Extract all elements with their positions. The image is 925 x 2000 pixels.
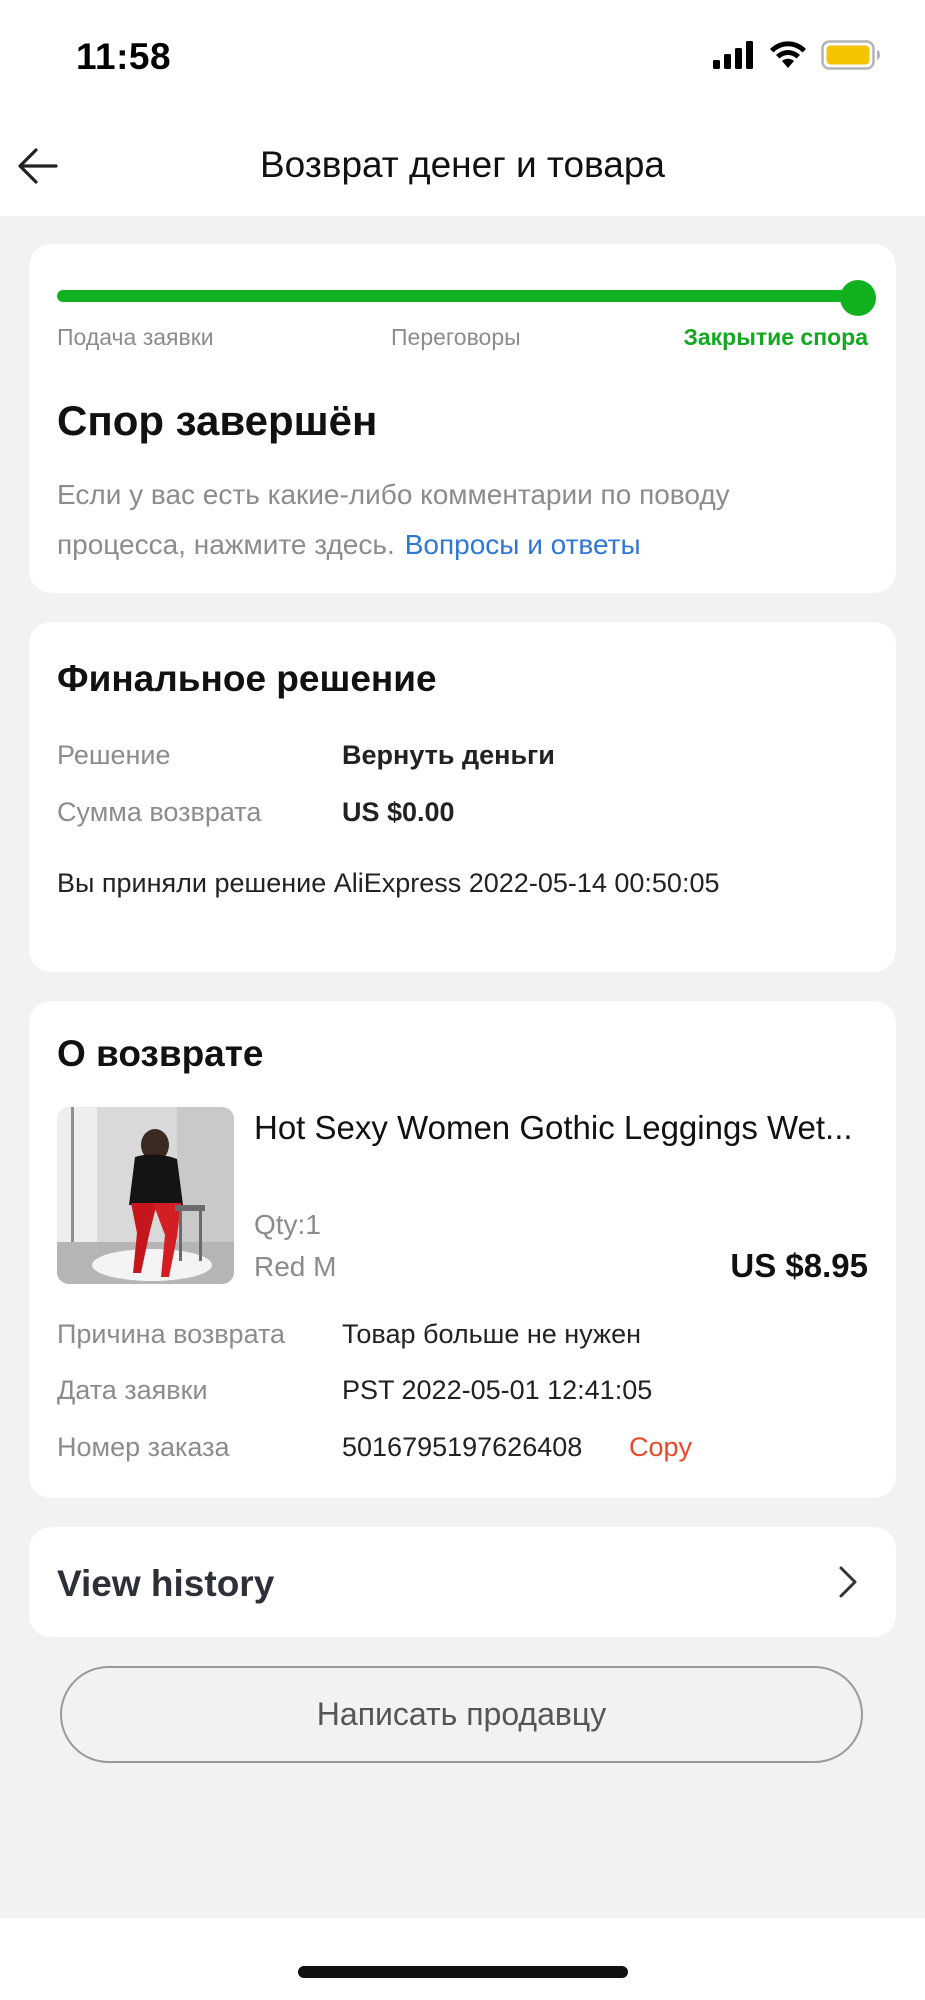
final-decision-card: Финальное решение Решение Вернуть деньги… (29, 622, 896, 972)
wifi-icon (770, 41, 806, 68)
date-label: Дата заявки (57, 1375, 208, 1405)
step-submit: Подача заявки (57, 324, 214, 350)
reason-value: Товар больше не нужен (342, 1319, 641, 1349)
progress-track (57, 290, 857, 302)
chevron-right-icon (839, 1566, 857, 1598)
progress-knob (840, 280, 876, 316)
product-variant: Red M (254, 1251, 337, 1282)
status-icons (713, 40, 881, 70)
date-value: PST 2022-05-01 12:41:05 (342, 1375, 653, 1405)
dispute-description: Если у вас есть какие-либо комментарии п… (57, 470, 857, 570)
refund-amount-label: Сумма возврата (57, 797, 262, 827)
view-history-row[interactable]: View history (29, 1527, 896, 1637)
dispute-status-card: Подача заявки Переговоры Закрытие спора … (29, 244, 896, 593)
product-thumbnail[interactable] (57, 1107, 234, 1284)
cellular-signal-icon (713, 41, 753, 69)
final-decision-heading: Финальное решение (57, 658, 437, 699)
return-details-card: О возврате Hot Sexy Women Gothic Legging… (29, 1001, 896, 1498)
reason-label: Причина возврата (57, 1319, 286, 1349)
home-indicator[interactable] (298, 1966, 628, 1978)
product-image (57, 1107, 234, 1284)
decision-accepted-text: Вы приняли решение AliExpress 2022-05-14… (57, 868, 720, 898)
step-closing: Закрытие спора (683, 324, 868, 350)
decision-value: Вернуть деньги (342, 740, 555, 770)
product-name[interactable]: Hot Sexy Women Gothic Leggings Wet... (254, 1109, 882, 1147)
status-bar: 11:58 (0, 0, 925, 120)
page-title: Возврат денег и товара (259, 144, 665, 185)
product-qty: Qty:1 (254, 1209, 321, 1240)
order-number-label: Номер заказа (57, 1432, 230, 1462)
copy-order-button[interactable]: Copy (629, 1432, 692, 1463)
faq-link[interactable]: Вопросы и ответы (405, 529, 641, 560)
view-history-label: View history (57, 1563, 275, 1604)
dispute-heading: Спор завершён (57, 397, 378, 444)
order-number-value: 5016795197626408 (342, 1432, 583, 1462)
contact-seller-button[interactable]: Написать продавцу (60, 1666, 863, 1763)
bottom-safe-area (0, 1918, 925, 2000)
battery-icon (821, 40, 880, 70)
product-price: US $8.95 (730, 1247, 868, 1284)
return-heading: О возврате (57, 1033, 264, 1074)
status-time: 11:58 (76, 36, 172, 77)
step-negotiation: Переговоры (391, 324, 521, 350)
decision-label: Решение (57, 740, 171, 770)
refund-amount-value: US $0.00 (342, 797, 455, 827)
nav-header: Возврат денег и товара (0, 120, 925, 216)
